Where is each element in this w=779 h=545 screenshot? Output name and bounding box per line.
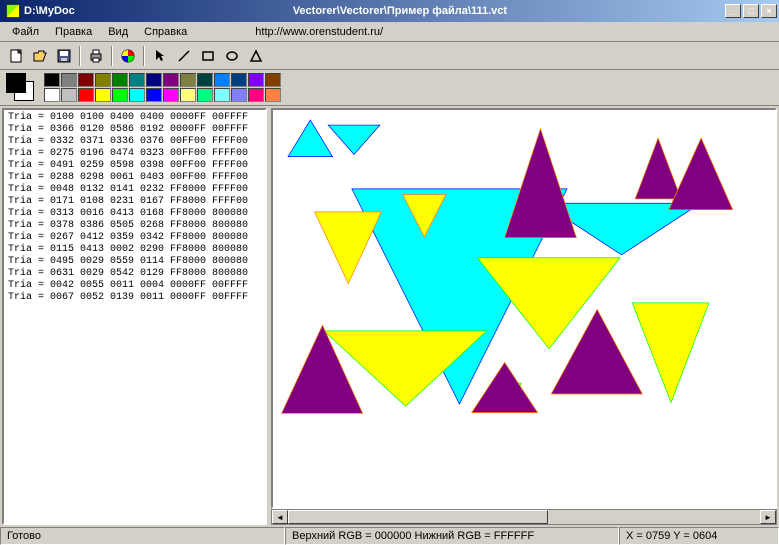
- menubar: Файл Правка Вид Справка http://www.orens…: [0, 22, 779, 42]
- minimize-button[interactable]: _: [725, 4, 741, 18]
- palette-swatch-17[interactable]: [95, 88, 111, 102]
- canvas-wrap: ◄ ►: [271, 108, 777, 525]
- menu-help[interactable]: Справка: [136, 24, 195, 40]
- drawing-svg: [273, 110, 775, 507]
- palette-swatch-27[interactable]: [265, 88, 281, 102]
- palette-swatch-22[interactable]: [180, 88, 196, 102]
- palette-swatch-8[interactable]: [180, 73, 196, 87]
- scroll-left-arrow[interactable]: ◄: [272, 510, 288, 524]
- palette-swatch-6[interactable]: [146, 73, 162, 87]
- palette-swatch-21[interactable]: [163, 88, 179, 102]
- open-button[interactable]: [28, 45, 52, 67]
- palette-swatch-4[interactable]: [112, 73, 128, 87]
- separator: [111, 46, 113, 66]
- triangle-shape[interactable]: [635, 138, 681, 199]
- menu-file[interactable]: Файл: [4, 24, 47, 40]
- maximize-button[interactable]: □: [743, 4, 759, 18]
- doc-path: D:\MyDoc: [24, 5, 75, 17]
- palette-swatch-16[interactable]: [78, 88, 94, 102]
- current-colors[interactable]: [6, 73, 36, 103]
- app-title: Vectorer\Vectorer\Пример файла\111.vct: [75, 5, 725, 17]
- titlebar: D:\MyDoc Vectorer\Vectorer\Пример файла\…: [0, 0, 779, 22]
- toolbar: [0, 42, 779, 70]
- color-wheel-button[interactable]: [116, 45, 140, 67]
- triangle-shape[interactable]: [472, 362, 538, 412]
- separator: [143, 46, 145, 66]
- scroll-right-arrow[interactable]: ►: [760, 510, 776, 524]
- triangle-shape[interactable]: [669, 138, 733, 210]
- menu-edit[interactable]: Правка: [47, 24, 100, 40]
- palette-swatch-18[interactable]: [112, 88, 128, 102]
- palette-swatch-1[interactable]: [61, 73, 77, 87]
- status-rgb: Верхний RGB = 000000 Нижний RGB = FFFFFF: [285, 527, 619, 545]
- palette-swatch-3[interactable]: [95, 73, 111, 87]
- pointer-tool[interactable]: [148, 45, 172, 67]
- url-text: http://www.orenstudent.ru/: [255, 26, 383, 38]
- triangle-shape[interactable]: [288, 120, 332, 157]
- palette-swatch-24[interactable]: [214, 88, 230, 102]
- palette-swatch-14[interactable]: [44, 88, 60, 102]
- palette-swatch-19[interactable]: [129, 88, 145, 102]
- menu-view[interactable]: Вид: [100, 24, 136, 40]
- palette-swatch-25[interactable]: [231, 88, 247, 102]
- new-button[interactable]: [4, 45, 28, 67]
- status-ready: Готово: [0, 527, 285, 545]
- triangle-shape[interactable]: [328, 125, 380, 154]
- data-panel: Tria = 0100 0100 0400 0400 0000FF 00FFFF…: [2, 108, 267, 525]
- status-xy: X = 0759 Y = 0604: [619, 527, 779, 545]
- canvas[interactable]: [271, 108, 777, 509]
- palette-swatch-11[interactable]: [231, 73, 247, 87]
- color-bar: [0, 70, 779, 106]
- print-button[interactable]: [84, 45, 108, 67]
- palette-swatch-5[interactable]: [129, 73, 145, 87]
- shape-data-list: Tria = 0100 0100 0400 0400 0000FF 00FFFF…: [4, 110, 265, 306]
- separator: [79, 46, 81, 66]
- palette-swatch-9[interactable]: [197, 73, 213, 87]
- workspace: Tria = 0100 0100 0400 0400 0000FF 00FFFF…: [0, 106, 779, 527]
- fg-color-swatch[interactable]: [6, 73, 26, 93]
- scroll-thumb[interactable]: [288, 510, 548, 524]
- triangle-shape[interactable]: [632, 303, 709, 403]
- palette-swatch-20[interactable]: [146, 88, 162, 102]
- close-button[interactable]: ×: [761, 4, 777, 18]
- statusbar: Готово Верхний RGB = 000000 Нижний RGB =…: [0, 527, 779, 545]
- color-palette: [44, 73, 281, 102]
- palette-swatch-13[interactable]: [265, 73, 281, 87]
- palette-swatch-0[interactable]: [44, 73, 60, 87]
- palette-swatch-2[interactable]: [78, 73, 94, 87]
- palette-swatch-26[interactable]: [248, 88, 264, 102]
- line-tool[interactable]: [172, 45, 196, 67]
- palette-swatch-15[interactable]: [61, 88, 77, 102]
- palette-swatch-23[interactable]: [197, 88, 213, 102]
- horizontal-scrollbar[interactable]: ◄ ►: [271, 509, 777, 525]
- triangle-tool[interactable]: [244, 45, 268, 67]
- rect-tool[interactable]: [196, 45, 220, 67]
- save-button[interactable]: [52, 45, 76, 67]
- app-icon: [6, 4, 20, 18]
- triangle-shape[interactable]: [505, 129, 577, 238]
- palette-swatch-10[interactable]: [214, 73, 230, 87]
- palette-swatch-7[interactable]: [163, 73, 179, 87]
- triangle-shape[interactable]: [315, 212, 382, 284]
- palette-swatch-12[interactable]: [248, 73, 264, 87]
- ellipse-tool[interactable]: [220, 45, 244, 67]
